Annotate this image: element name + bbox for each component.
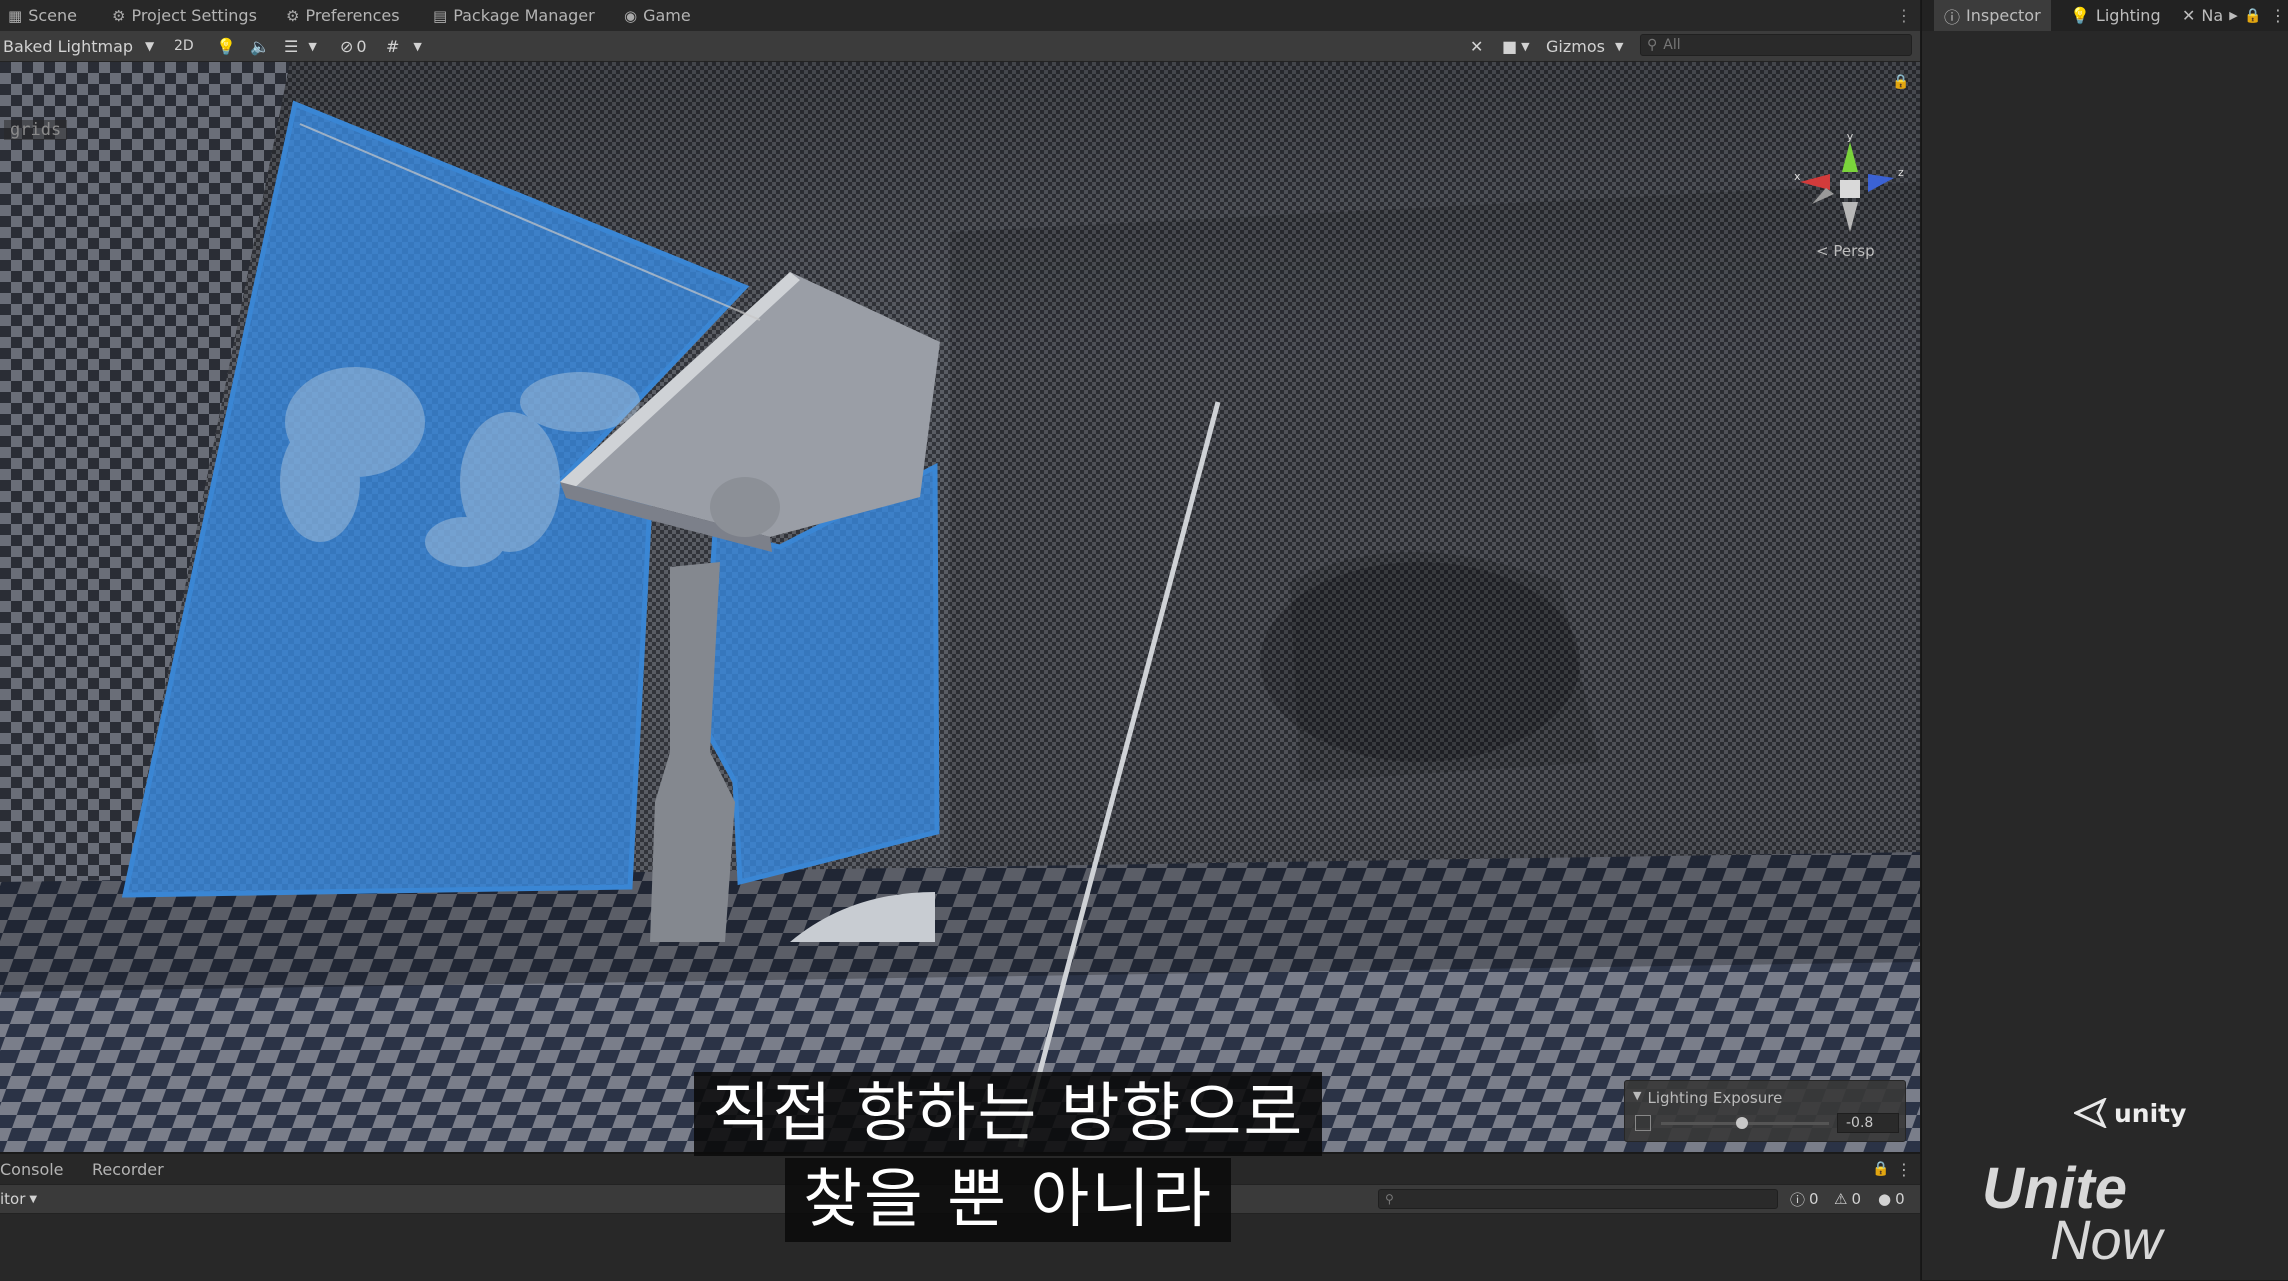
- tab-scene-label: Scene: [28, 6, 77, 25]
- hidden-count: 0: [356, 36, 367, 56]
- lock-icon[interactable]: 🔒: [1892, 74, 1909, 90]
- lightbulb-icon: 💡: [2070, 6, 2090, 25]
- inspector-tab-bar: ⓘ Inspector 💡 Lighting ✕ Na ▶ 🔒 ⋮: [1922, 0, 2288, 31]
- effects-toggle-button[interactable]: ☰ ▼: [284, 31, 317, 61]
- y-axis-cone[interactable]: [1842, 142, 1858, 172]
- tools-button[interactable]: ✕: [1470, 31, 1483, 61]
- scene-viewport[interactable]: grids y x z 🔒 < Persp: [0, 62, 1920, 1152]
- gizmos-dropdown[interactable]: Gizmos ▼: [1546, 31, 1623, 61]
- eye-slash-icon: ⊘: [340, 36, 354, 56]
- tab-package-manager[interactable]: ▤ Package Manager: [433, 0, 595, 31]
- tools-icon: ✕: [1470, 36, 1484, 56]
- subtitle-text-2: 찾을 뿐 아니라: [785, 1158, 1231, 1242]
- tab-project-settings[interactable]: ⚙ Project Settings: [112, 0, 257, 31]
- gamepad-icon: ◉: [624, 6, 638, 25]
- gizmo-y-label: y: [1847, 132, 1854, 143]
- tab-project-settings-label: Project Settings: [131, 6, 257, 25]
- chevron-down-icon: ▼: [308, 39, 317, 53]
- info-icon: ⓘ: [1944, 7, 1961, 27]
- tab-scene[interactable]: ▦ Scene: [8, 0, 77, 31]
- gear-icon: ⚙: [112, 6, 126, 25]
- chevron-down-icon: ▼: [1614, 39, 1624, 53]
- subtitle-line-2: 찾을 뿐 아니라: [0, 1158, 2016, 1242]
- lightbulb-icon: 💡: [216, 36, 236, 56]
- x-axis-cone[interactable]: [1800, 174, 1830, 190]
- tab-game[interactable]: ◉ Game: [624, 0, 691, 31]
- unity-logo: unity: [2074, 1098, 2186, 1128]
- hidden-objects-toggle[interactable]: ⊘ 0: [340, 31, 367, 61]
- now-wordmark: Now: [2050, 1208, 2163, 1271]
- editor-tab-bar: ▦ Scene ⚙ Project Settings ⚙ Preferences…: [0, 0, 1920, 32]
- scene-search-placeholder: All: [1663, 37, 1681, 53]
- tab-navigation[interactable]: ✕ Na ▶: [2174, 0, 2246, 31]
- grid-icon: #: [386, 36, 400, 56]
- grid-toggle-button[interactable]: # ▼: [386, 31, 422, 61]
- more-options-icon[interactable]: ⋮: [2270, 0, 2286, 31]
- scene-search-input[interactable]: ⚲ All: [1640, 34, 1912, 56]
- effects-icon: ☰: [284, 36, 299, 56]
- tab-inspector-label: Inspector: [1966, 6, 2041, 25]
- gizmo-z-label: z: [1898, 166, 1904, 179]
- chevron-right-icon: ▶: [2229, 9, 2238, 22]
- audio-toggle-button[interactable]: 🔈: [250, 31, 270, 61]
- scene-render: [0, 62, 1920, 1152]
- camera-settings-button[interactable]: ■ ▼: [1502, 31, 1530, 61]
- tab-lighting-label: Lighting: [2095, 6, 2161, 25]
- unity-wordmark: unity: [2114, 1098, 2187, 1128]
- more-options-icon[interactable]: ⋮: [1896, 0, 1912, 31]
- chevron-down-icon: ▼: [145, 39, 155, 53]
- tab-preferences-label: Preferences: [305, 6, 400, 25]
- unity-cube-icon: [2074, 1098, 2107, 1128]
- 2d-toggle-button[interactable]: 2D: [174, 31, 194, 61]
- camera-mode-label: Persp: [1833, 242, 1875, 260]
- camera-mode-toggle[interactable]: < Persp: [1816, 242, 1875, 260]
- camera-icon: ■: [1502, 36, 1518, 56]
- tab-game-label: Game: [643, 6, 691, 25]
- z-axis-cone[interactable]: [1868, 174, 1894, 192]
- subtitle-text-1: 직접 향하는 방향으로: [693, 1072, 1323, 1156]
- gizmo-x-label: x: [1794, 170, 1801, 183]
- lock-icon[interactable]: 🔒: [2244, 0, 2261, 31]
- scene-grid-icon: ▦: [8, 6, 23, 25]
- tab-lighting[interactable]: 💡 Lighting: [2060, 0, 2171, 31]
- navigation-icon: ✕: [2182, 6, 2196, 25]
- lighting-toggle-button[interactable]: 💡: [216, 31, 236, 61]
- gear-icon: ⚙: [286, 6, 300, 25]
- neg-y-axis-cone[interactable]: [1842, 202, 1858, 232]
- chevron-down-icon: ▼: [413, 39, 422, 53]
- speaker-icon: 🔈: [250, 36, 270, 56]
- tab-preferences[interactable]: ⚙ Preferences: [286, 0, 400, 31]
- draw-mode-dropdown[interactable]: Baked Lightmap ▼: [3, 31, 154, 61]
- chevron-left-icon: <: [1816, 242, 1829, 260]
- tab-package-manager-label: Package Manager: [453, 6, 595, 25]
- gizmos-label: Gizmos: [1546, 36, 1605, 56]
- viewport-overlay-label: grids: [4, 120, 68, 140]
- package-icon: ▤: [433, 6, 448, 25]
- tab-navigation-label: Na: [2201, 6, 2224, 25]
- chevron-down-icon: ▼: [1521, 39, 1530, 53]
- scene-toolbar: Baked Lightmap ▼ 2D 💡 🔈 ☰ ▼ ⊘ 0 # ▼ ✕ ■ …: [0, 31, 1920, 62]
- tab-inspector[interactable]: ⓘ Inspector: [1934, 0, 2051, 31]
- 2d-label: 2D: [174, 38, 194, 54]
- draw-mode-label: Baked Lightmap: [3, 36, 134, 56]
- search-icon: ⚲: [1647, 37, 1658, 53]
- subtitle-line-1: 직접 향하는 방향으로: [0, 1072, 2016, 1156]
